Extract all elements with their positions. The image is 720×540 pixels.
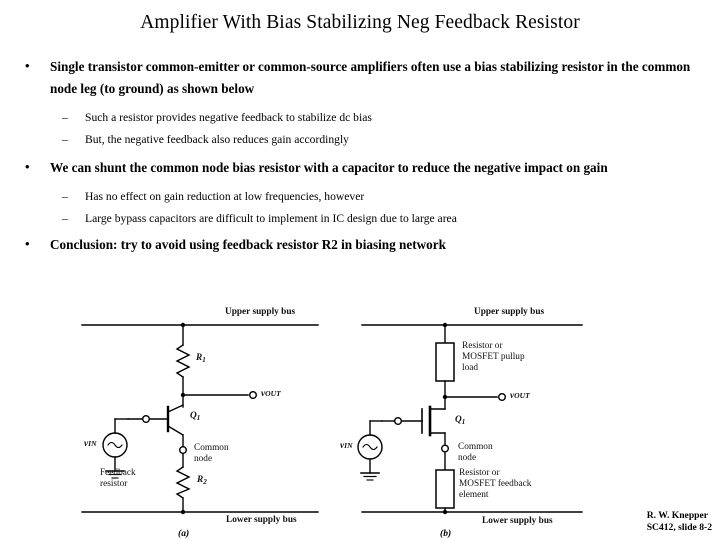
output-voltage-label: vOUT — [261, 389, 281, 399]
input-voltage-label: vIN — [84, 439, 97, 449]
bus-junction-dot — [180, 509, 186, 515]
pullup-load-label: Resistor or MOSFET pullup load — [462, 341, 525, 373]
bullet-text: We can shunt the common node bias resist… — [50, 160, 608, 175]
slide-canvas: Amplifier With Bias Stabilizing Neg Feed… — [0, 0, 720, 540]
bullet-level2: – Large bypass capacitors are difficult … — [0, 208, 720, 230]
bullet-level2: – Such a resistor provides negative feed… — [0, 107, 720, 129]
bullet-text: Such a resistor provides negative feedba… — [85, 111, 372, 124]
feedback-resistor-label: Feedback resistor — [100, 468, 136, 489]
credit-author: R. W. Knepper — [646, 510, 709, 521]
bullet-dash-marker: – — [62, 190, 68, 203]
bullet-list: • Single transistor common-emitter or co… — [0, 56, 720, 258]
bus-junction-dot — [442, 509, 448, 515]
common-node-label: Common node — [194, 443, 229, 464]
circuit-diagram-mosfet: Upper supply bus Lower supply bus Resist… — [340, 285, 602, 540]
bullet-level1: • We can shunt the common node bias resi… — [0, 157, 720, 179]
author-credit: R. W. Knepper SC412, slide 8-2 — [647, 510, 712, 534]
bullet-marker: • — [25, 58, 30, 73]
bjt-circuit-svg — [81, 322, 319, 515]
upper-supply-bus-label: Upper supply bus — [225, 307, 296, 317]
output-terminal — [497, 392, 506, 401]
bullet-text: Large bypass capacitors are difficult to… — [85, 211, 457, 225]
bullet-marker: • — [25, 159, 30, 174]
feedback-resistor-box — [435, 469, 455, 509]
bullet-dash-marker: – — [62, 211, 68, 225]
bullet-level1: • Conclusion: try to avoid using feedbac… — [0, 234, 720, 256]
bullet-level2: – But, the negative feedback also reduce… — [0, 129, 720, 151]
panel-b-caption: (b) — [440, 528, 452, 539]
page-title: Amplifier With Bias Stabilizing Neg Feed… — [140, 12, 580, 33]
input-terminal — [394, 416, 403, 425]
lower-supply-bus-label: Lower supply bus — [226, 515, 297, 525]
input-terminal — [141, 414, 150, 423]
bullet-text: Single transistor common-emitter or comm… — [50, 59, 691, 96]
input-voltage-label: vIN — [340, 441, 353, 451]
bullet-dash-marker: – — [62, 132, 68, 146]
transistor-q1-label: Q1 — [190, 411, 201, 422]
bullet-dash-marker: – — [62, 111, 68, 124]
bullet-marker: • — [25, 236, 30, 251]
mosfet-circuit-svg — [357, 322, 583, 515]
common-node-terminal — [440, 444, 449, 453]
output-junction-dot — [180, 392, 186, 398]
bullet-text: Has no effect on gain reduction at low f… — [85, 190, 365, 203]
bullet-level2: – Has no effect on gain reduction at low… — [0, 186, 720, 208]
output-junction-dot — [442, 394, 448, 400]
lower-supply-bus-label: Lower supply bus — [482, 516, 553, 526]
feedback-element-label: Resistor or MOSFET feedback element — [459, 468, 532, 500]
ground-symbol — [360, 472, 380, 481]
resistor-r1-label: R1 — [196, 353, 206, 364]
panel-a-caption: (a) — [178, 528, 190, 539]
resistor-r2-symbol — [175, 466, 191, 499]
circuit-diagram-bjt: Upper supply bus Lower supply bus R1 Q1 … — [78, 285, 346, 540]
resistor-r2-label: R2 — [197, 475, 207, 486]
bus-junction-dot — [442, 322, 448, 328]
bullet-text: Conclusion: try to avoid using feedback … — [50, 237, 446, 252]
common-node-terminal — [178, 445, 187, 454]
bullet-text: But, the negative feedback also reduces … — [85, 132, 349, 146]
figure-circuit-diagrams: Upper supply bus Lower supply bus R1 Q1 … — [0, 285, 720, 540]
output-terminal — [248, 390, 257, 399]
upper-supply-bus-label: Upper supply bus — [474, 307, 545, 317]
transistor-q1-label: Q1 — [455, 415, 466, 426]
output-voltage-label: vOUT — [510, 391, 530, 401]
pullup-resistor-box — [435, 342, 455, 382]
bullet-level1: • Single transistor common-emitter or co… — [0, 56, 720, 100]
credit-course: SC412, slide 8-2 — [646, 522, 712, 533]
bus-junction-dot — [180, 322, 186, 328]
resistor-r1-symbol — [175, 344, 191, 378]
common-node-label: Common node — [458, 442, 493, 463]
